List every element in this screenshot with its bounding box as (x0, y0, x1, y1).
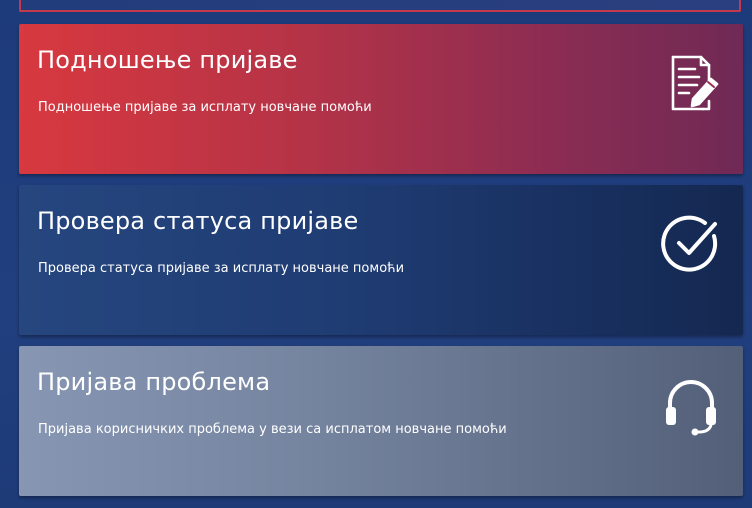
card-title: Пријава проблема (37, 368, 271, 396)
document-pen-icon (659, 51, 723, 115)
card-title: Провера статуса пријаве (37, 207, 359, 235)
card-description: Пријава корисничких проблема у вези са и… (38, 422, 507, 437)
card-title: Подношење пријаве (37, 46, 298, 74)
submit-application-card[interactable]: Подношење пријаве Подношење пријаве за и… (19, 24, 743, 174)
check-status-card[interactable]: Провера статуса пријаве Провера статуса … (19, 185, 743, 335)
card-description: Подношење пријаве за исплату новчане пом… (38, 100, 372, 115)
previous-card-edge (19, 0, 741, 12)
check-circle-icon (659, 212, 723, 276)
card-description: Провера статуса пријаве за исплату новча… (38, 261, 405, 276)
headset-icon (659, 373, 723, 437)
report-problem-card[interactable]: Пријава проблема Пријава корисничких про… (19, 346, 743, 496)
